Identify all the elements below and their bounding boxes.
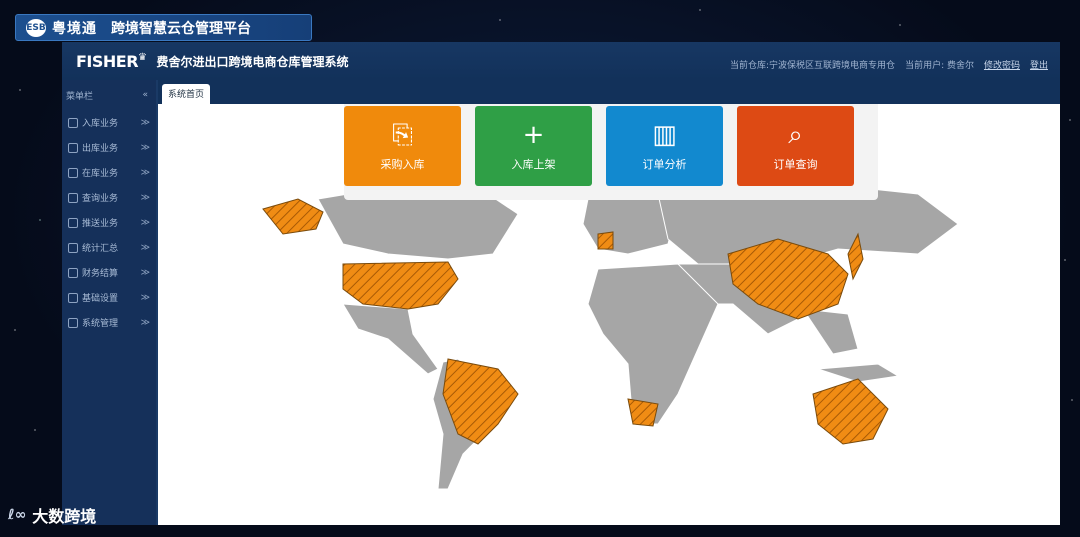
quick-action-label: 入库上架 [511,158,556,171]
pie-chart-icon [68,242,78,253]
platform-title: 跨境智慧云仓管理平台 [111,20,251,37]
watermark-text: 大数跨境 [32,507,97,526]
content-area: 系统首页 ⎘ 采购入库 + 入库上架 ▥ 订单分析 ⌕ 订单查询 [158,80,1060,525]
sidebar-header: 菜单栏 « [62,80,156,110]
finance-icon [68,267,78,278]
collapse-sidebar-icon[interactable]: « [142,90,148,100]
app-header: FISHER♛ 费舍尔进出口跨境电商仓库管理系统 当前仓库:宁波保税区互联跨境电… [62,42,1060,80]
logout-link[interactable]: 登出 [1030,58,1048,71]
sidebar-item[interactable]: 在库业务 ≫ [62,160,156,185]
chevron-down-icon: ≫ [140,217,150,228]
sidebar-title: 菜单栏 [66,91,94,102]
system-title: 费舍尔进出口跨境电商仓库管理系统 [156,54,349,69]
sidebar-item-label: 财务结算 [82,269,119,279]
chevron-down-icon: ≫ [140,142,150,153]
watermark-mark: ℓ∞ [8,507,27,523]
quick-action-tile[interactable]: ▥ 订单分析 [606,106,723,186]
chevron-down-icon: ≫ [140,292,150,303]
sidebar-item-label: 在库业务 [82,169,119,179]
current-warehouse: 当前仓库:宁波保税区互联跨境电商专用仓 [730,61,896,71]
sidebar-item[interactable]: 查询业务 ≫ [62,185,156,210]
tab-home[interactable]: 系统首页 [162,84,211,104]
sidebar-item[interactable]: 入库业务 ≫ [62,110,156,135]
chevron-down-icon: ≫ [140,117,150,128]
quick-action-tile[interactable]: ⌕ 订单查询 [737,106,854,186]
sidebar-item-label: 统计汇总 [82,244,119,254]
quick-action-label: 订单分析 [642,158,687,171]
tab-bar: 系统首页 [158,80,1060,104]
query-icon [68,192,78,203]
outbound-icon [68,142,78,153]
chevron-down-icon: ≫ [140,242,150,253]
sidebar-item[interactable]: 统计汇总 ≫ [62,235,156,260]
sidebar-item[interactable]: 系统管理 ≫ [62,310,156,335]
quick-action-label: 采购入库 [380,158,425,171]
settings-icon [68,292,78,303]
watermark: ℓ∞ 大数跨境 [8,503,96,527]
header-info: 当前仓库:宁波保税区互联跨境电商专用仓 当前用户: 费舍尔 修改密码 登出 [730,58,1048,71]
plus-icon: + [522,120,545,150]
sidebar-item-label: 出库业务 [82,144,119,154]
chevron-down-icon: ≫ [140,317,150,328]
sidebar-item-label: 入库业务 [82,119,119,129]
sidebar-item-label: 系统管理 [82,319,119,329]
chevron-down-icon: ≫ [140,192,150,203]
sidebar-item[interactable]: 推送业务 ≫ [62,210,156,235]
platform-banner: ESB 粤境通 跨境智慧云仓管理平台 [15,14,312,41]
sidebar-item-label: 查询业务 [82,194,119,204]
quick-actions: ⎘ 采购入库 + 入库上架 ▥ 订单分析 ⌕ 订单查询 [344,104,878,200]
fisher-logo: FISHER♛ [76,51,147,71]
quick-action-tile[interactable]: + 入库上架 [475,106,592,186]
platform-logo: ESB [26,18,46,37]
change-password-link[interactable]: 修改密码 [984,58,1020,71]
sidebar-item[interactable]: 财务结算 ≫ [62,260,156,285]
app-window: FISHER♛ 费舍尔进出口跨境电商仓库管理系统 当前仓库:宁波保税区互联跨境电… [62,42,1060,525]
search-document-icon: ⌕ [788,120,803,150]
push-icon [68,217,78,228]
chevron-down-icon: ≫ [140,167,150,178]
bar-chart-icon: ▥ [652,120,677,150]
current-user: 当前用户: 费舍尔 [905,61,974,71]
sidebar-item[interactable]: 基础设置 ≫ [62,285,156,310]
user-admin-icon [68,317,78,328]
purchase-inbound-icon: ⎘ [392,120,413,150]
warehouse-icon [68,167,78,178]
sidebar-item-label: 推送业务 [82,219,119,229]
sidebar-item[interactable]: 出库业务 ≫ [62,135,156,160]
platform-brand: 粤境通 [52,20,97,37]
quick-action-label: 订单查询 [773,158,818,171]
quick-action-tile[interactable]: ⎘ 采购入库 [344,106,461,186]
chevron-down-icon: ≫ [140,267,150,278]
inbound-icon [68,117,78,128]
dashboard-main: ⎘ 采购入库 + 入库上架 ▥ 订单分析 ⌕ 订单查询 [158,104,1060,525]
sidebar: 菜单栏 « 入库业务 ≫ 出库业务 ≫ 在库业务 ≫ 查询业务 ≫ 推送业务 ≫ 统计汇总 ≫ 财务结算… [62,80,156,525]
sidebar-item-label: 基础设置 [82,294,119,304]
